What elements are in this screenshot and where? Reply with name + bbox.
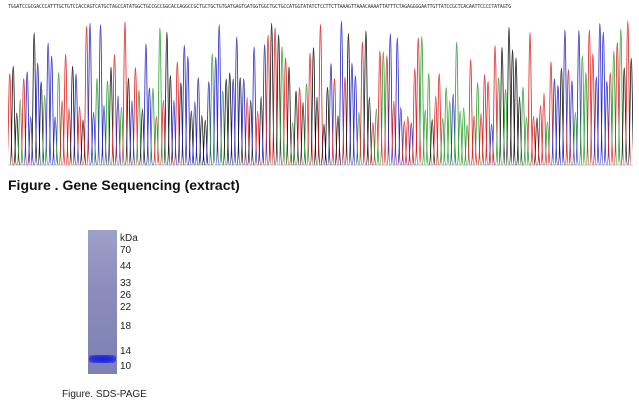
marker-14: 14	[120, 346, 132, 357]
base-call-sequence: TGGATCCGCGACCCATTTGCTGTCCACCAGTCATGCTAGC…	[8, 4, 512, 10]
peak-G	[163, 31, 171, 166]
marker-70: 70	[120, 245, 132, 256]
marker-18: 18	[120, 321, 132, 332]
peak-C	[233, 36, 241, 166]
peak-C	[337, 20, 345, 166]
marker-33: 33	[120, 278, 132, 289]
marker-10: 10	[120, 361, 132, 372]
peak-A	[474, 82, 482, 166]
figure-caption-sds-page: Figure. SDS-PAGE	[62, 389, 147, 400]
figure-caption-sequencing: Figure . Gene Sequencing (extract)	[8, 177, 240, 193]
protein-band	[89, 355, 116, 363]
sequencing-trace-panel: TGGATCCGCGACCCATTTGCTGTCCACCAGTCATGCTAGC…	[8, 2, 633, 170]
peak-T	[62, 54, 70, 166]
sds-page-gel: kDa 70 44 33 26 22 18 14 10	[88, 230, 208, 380]
kda-label: kDa	[120, 233, 138, 244]
gel-lane	[88, 230, 117, 374]
chromatogram-trace	[8, 20, 633, 166]
peak-A	[425, 72, 433, 166]
marker-26: 26	[120, 290, 132, 301]
marker-44: 44	[120, 261, 132, 272]
peak-C	[142, 43, 150, 166]
marker-22: 22	[120, 302, 132, 313]
peak-T	[121, 21, 129, 166]
peak-group	[8, 20, 633, 166]
